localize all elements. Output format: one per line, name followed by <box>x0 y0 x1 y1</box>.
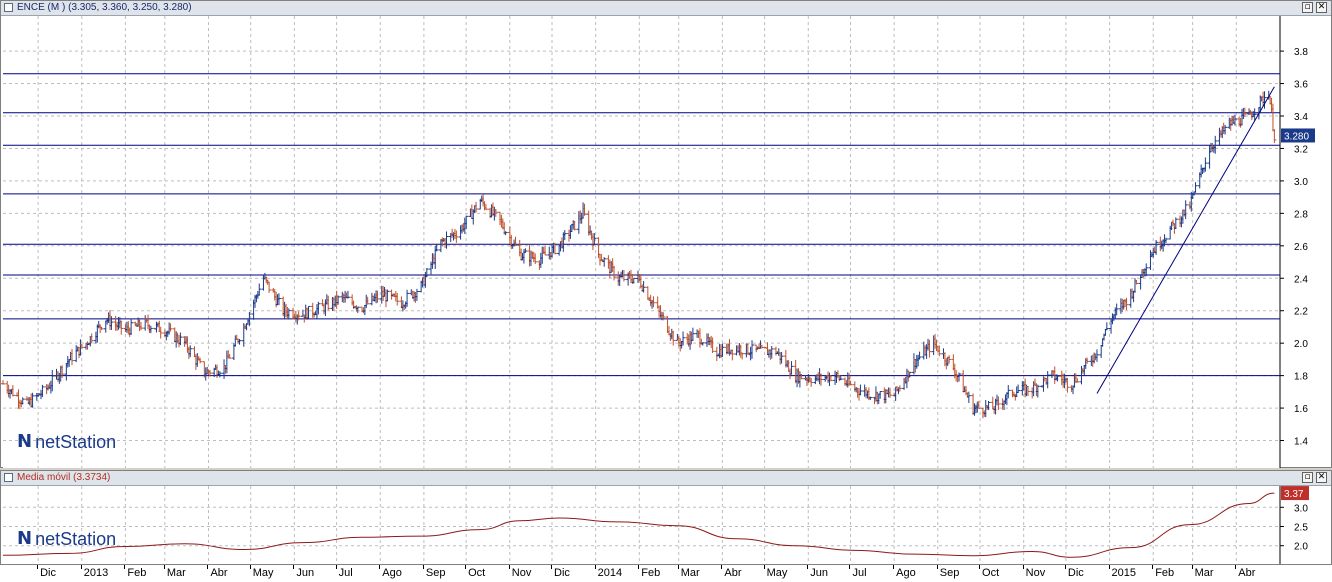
x-tick-label: Sep <box>425 567 446 579</box>
y-tick-label: 2.2 <box>1294 307 1308 318</box>
x-tick-label: Jun <box>296 567 315 579</box>
restore-button[interactable]: ▫ <box>1302 2 1313 13</box>
y-tick-label: 1.8 <box>1294 372 1308 383</box>
x-tick-label: Mar <box>680 567 700 579</box>
x-tick-mark <box>638 565 640 569</box>
panel-icon <box>4 3 13 12</box>
x-tick-mark <box>849 565 851 569</box>
x-tick-label: Abr <box>210 567 228 579</box>
x-tick-label: Ago <box>382 567 402 579</box>
x-tick-mark <box>1152 565 1154 569</box>
x-tick-mark <box>1191 565 1193 569</box>
y-tick-label: 2.0 <box>1294 339 1308 350</box>
ma-panel-titlebar: Media móvil (3.3734) ▫ ✕ <box>1 471 1331 486</box>
y-tick-label: 3.8 <box>1294 47 1308 58</box>
x-tick-label: Nov <box>1025 567 1046 579</box>
panel-icon <box>4 473 13 482</box>
x-tick-label: Feb <box>127 567 147 579</box>
x-tick-mark <box>422 565 424 569</box>
x-tick-label: Dic <box>554 567 570 579</box>
x-tick-label: 2015 <box>1111 567 1137 579</box>
x-tick-mark <box>1235 565 1237 569</box>
x-tick-label: 2014 <box>597 567 623 579</box>
date-axis: Dic 2013 Feb Mar Abr May Jun Jul Ago Sep Oct Nov Dic… <box>0 564 1332 582</box>
ma-chart[interactable]: 3.0 2.5 2.0 3.37 <box>1 486 1331 566</box>
x-tick-label: Mar <box>166 567 186 579</box>
x-tick-mark <box>936 565 938 569</box>
x-tick-label: Feb <box>641 567 661 579</box>
x-tick-label: Jul <box>338 567 353 579</box>
netstation-logo-mark-icon: N <box>17 528 33 549</box>
x-tick-mark <box>677 565 679 569</box>
price-chart[interactable]: 3.8 3.6 3.4 3.2 3.0 2.8 2.6 2.4 2.2 2.0 1.8 1.6 1.4 3… <box>1 16 1331 468</box>
y-tick-label: 2.6 <box>1294 242 1308 253</box>
x-tick-mark <box>207 565 209 569</box>
x-tick-label: Ago <box>896 567 916 579</box>
x-tick-label: Oct <box>982 567 1000 579</box>
close-button[interactable]: ✕ <box>1316 472 1327 483</box>
x-tick-mark <box>1064 565 1066 569</box>
x-tick-mark <box>1022 565 1024 569</box>
x-tick-mark <box>763 565 765 569</box>
netstation-logo-text: netStation <box>35 529 117 549</box>
y-tick-label: 3.0 <box>1294 177 1308 188</box>
y-tick-label: 2.8 <box>1294 209 1308 220</box>
x-tick-mark <box>335 565 337 569</box>
y-tick-label: 2.4 <box>1294 274 1308 285</box>
price-panel-title: ENCE (M ) (3.305, 3.360, 3.250, 3.280) <box>17 2 192 13</box>
x-tick-label: Jun <box>810 567 828 579</box>
y-tick-label: 1.6 <box>1294 404 1308 415</box>
y-tick-label: 3.6 <box>1294 80 1308 91</box>
x-tick-mark <box>379 565 381 569</box>
x-tick-mark <box>551 565 553 569</box>
x-tick-mark <box>979 565 981 569</box>
x-tick-label: Dic <box>40 567 56 579</box>
x-tick-mark <box>465 565 467 569</box>
y-tick-label: 3.4 <box>1294 112 1308 123</box>
y-tick-label: 2.5 <box>1294 522 1308 533</box>
netstation-logo-mark-icon: N <box>17 431 33 452</box>
x-tick-mark <box>249 565 251 569</box>
ma-panel-title: Media móvil (3.3734) <box>17 472 111 483</box>
price-panel: ENCE (M ) (3.305, 3.360, 3.250, 3.280) ▫… <box>0 0 1332 468</box>
ma-panel: Media móvil (3.3734) ▫ ✕ 3.0 2.5 2.0 3.37 N… <box>0 470 1332 566</box>
x-tick-mark <box>37 565 39 569</box>
x-tick-mark <box>124 565 126 569</box>
x-tick-mark <box>893 565 895 569</box>
restore-button[interactable]: ▫ <box>1302 472 1313 483</box>
x-tick-label: Nov <box>511 567 532 579</box>
x-tick-mark <box>80 565 82 569</box>
x-tick-mark <box>1108 565 1110 569</box>
netstation-logo-text: netStation <box>35 432 117 452</box>
x-tick-label: Abr <box>724 567 742 579</box>
y-tick-label: 3.2 <box>1294 144 1308 155</box>
x-tick-mark <box>721 565 723 569</box>
x-tick-label: Dic <box>1067 567 1084 579</box>
x-tick-label: 2013 <box>83 567 109 579</box>
x-tick-label: Feb <box>1155 567 1175 579</box>
x-tick-label: May <box>766 567 788 579</box>
x-tick-mark <box>293 565 295 569</box>
x-tick-label: Jul <box>852 567 867 579</box>
x-tick-label: May <box>252 567 274 579</box>
netstation-logo: N netStation <box>17 528 117 549</box>
price-panel-titlebar: ENCE (M ) (3.305, 3.360, 3.250, 3.280) ▫… <box>1 1 1331 16</box>
x-tick-label: Sep <box>939 567 960 579</box>
close-button[interactable]: ✕ <box>1316 2 1327 13</box>
x-tick-mark <box>807 565 809 569</box>
x-tick-label: Abr <box>1238 567 1256 579</box>
x-tick-mark <box>594 565 596 569</box>
y-tick-label: 2.0 <box>1294 542 1308 553</box>
x-tick-label: Oct <box>468 567 486 579</box>
y-tick-label: 3.0 <box>1294 503 1308 514</box>
ma-value-tag: 3.37 <box>1284 489 1304 500</box>
x-tick-label: Mar <box>1194 567 1214 579</box>
x-tick-mark <box>508 565 510 569</box>
y-tick-label: 1.4 <box>1294 437 1308 448</box>
last-price-tag: 3.280 <box>1284 131 1309 142</box>
x-tick-mark <box>163 565 165 569</box>
netstation-logo: N netStation <box>17 431 117 452</box>
